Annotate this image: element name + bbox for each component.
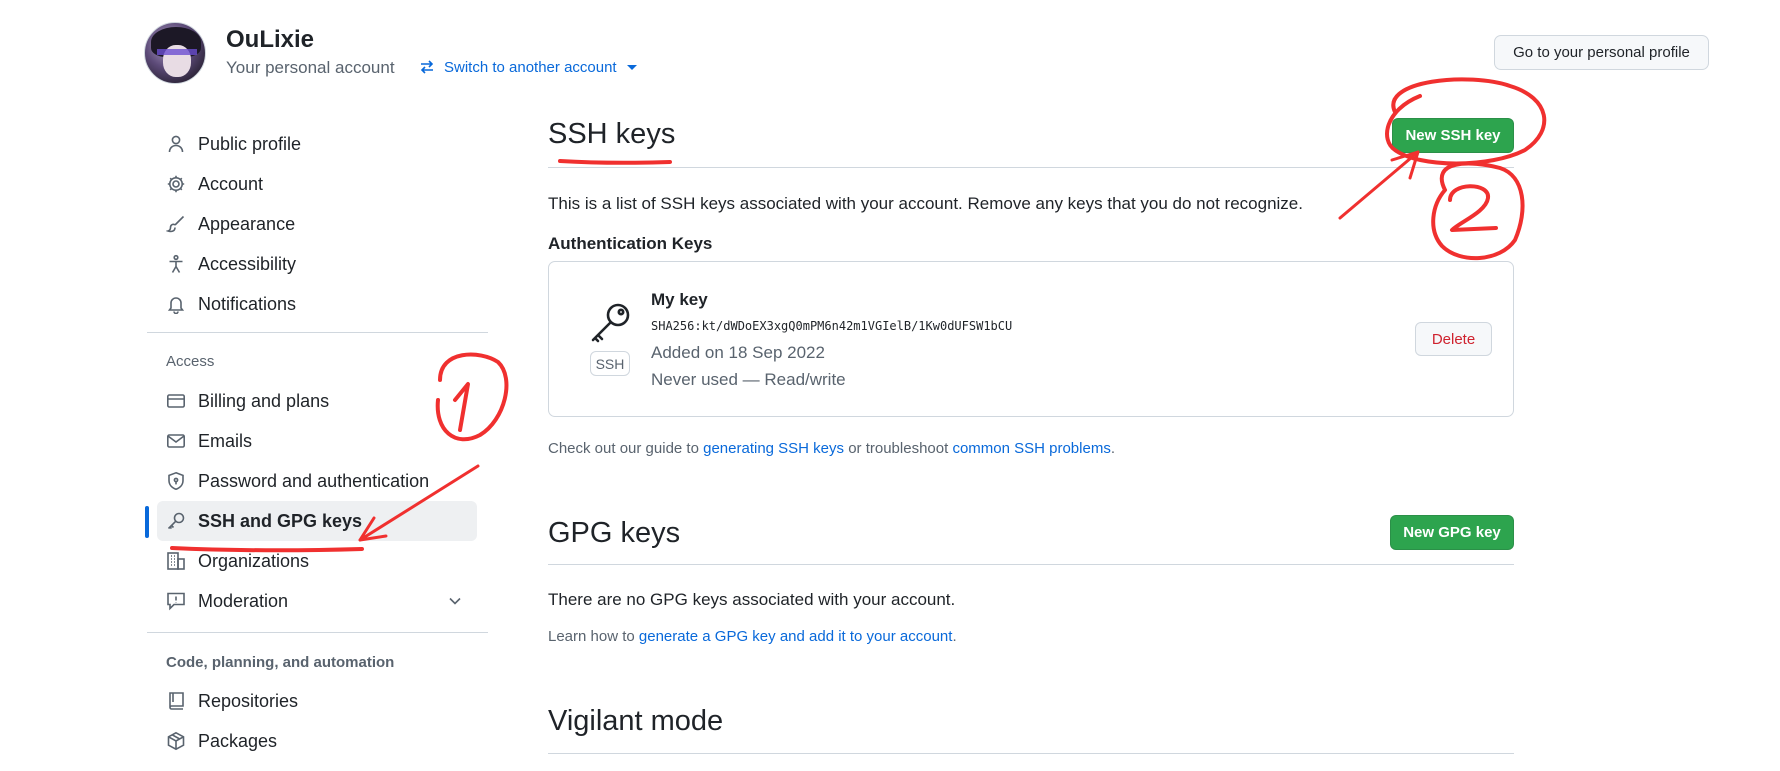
learn-prefix: Learn how to [548, 628, 639, 645]
repo-icon [169, 692, 184, 710]
sidebar-divider [147, 632, 488, 633]
sidebar-item-next[interactable] [157, 761, 477, 771]
avatar-band [157, 49, 197, 55]
annotation-arrow-2 [1338, 150, 1420, 220]
sidebar-item-label: Account [198, 173, 264, 194]
sidebar-item-accessibility[interactable]: Accessibility [157, 244, 477, 284]
accessibility-icon [169, 254, 183, 273]
key-fingerprint: SHA256:kt/dWDoEX3xgQ0mPM6n42m1VGIelB/1Kw… [651, 319, 1013, 333]
ssh-key-card: SSH My key SHA256:kt/dWDoEX3xgQ0mPM6n42m… [548, 261, 1514, 417]
account-type: Your personal account [226, 58, 395, 77]
sidebar-item-label: Notifications [198, 293, 297, 314]
new-gpg-key-button[interactable]: New GPG key [1390, 515, 1514, 550]
guide-mid: or troubleshoot [844, 440, 953, 457]
annotation-underline-ssh-title [558, 159, 672, 165]
sidebar-item-label: Public profile [198, 133, 302, 154]
key-added-date: Added on 18 Sep 2022 [651, 343, 825, 362]
user-name: OuLixie [226, 26, 315, 53]
switch-account-label: Switch to another account [444, 58, 617, 76]
active-indicator [145, 506, 149, 538]
ssh-badge: SSH [590, 351, 630, 376]
chevron-down-icon[interactable] [445, 591, 465, 611]
sidebar-item-ssh-gpg-keys[interactable]: SSH and GPG keys [157, 501, 477, 541]
organization-icon [167, 552, 185, 570]
guide-prefix: Check out our guide to [548, 440, 704, 457]
sidebar-item-billing[interactable]: Billing and plans [157, 381, 477, 421]
key-icon [591, 303, 630, 343]
annotation-number-2 [1448, 184, 1498, 232]
common-ssh-problems-link[interactable]: common SSH problems [952, 440, 1110, 457]
sidebar-item-appearance[interactable]: Appearance [157, 204, 477, 244]
ssh-description: This is a list of SSH keys associated wi… [548, 194, 1303, 213]
ssh-title-divider [548, 167, 1514, 168]
package-icon [167, 731, 185, 751]
sidebar-item-label: Organizations [198, 550, 310, 571]
sidebar-item-emails[interactable]: Emails [157, 421, 477, 461]
sidebar-item-label: Password and authentication [198, 470, 430, 491]
sidebar-item-organizations[interactable]: Organizations [157, 541, 477, 581]
delete-key-button[interactable]: Delete [1415, 322, 1492, 356]
generating-ssh-keys-link[interactable]: generating SSH keys [703, 440, 844, 457]
sidebar-divider [147, 332, 488, 333]
sidebar-item-account[interactable]: Account [157, 164, 477, 204]
gear-icon [167, 175, 185, 193]
annotation-circle-2 [1431, 161, 1525, 261]
paintbrush-icon [166, 215, 185, 233]
switch-account-link[interactable]: Switch to another account [418, 58, 637, 76]
sidebar-item-label: Appearance [198, 213, 296, 234]
sidebar-item-password[interactable]: Password and authentication [157, 461, 477, 501]
credit-card-icon [166, 394, 185, 408]
bell-icon [167, 297, 185, 314]
vigilant-title-divider [548, 753, 1514, 754]
ssh-keys-title: SSH keys [548, 118, 676, 150]
mail-icon [166, 434, 185, 448]
gpg-title-divider [548, 564, 1514, 565]
sidebar-item-notifications[interactable]: Notifications [157, 284, 477, 324]
sidebar-item-moderation[interactable]: Moderation [157, 581, 477, 621]
key-usage: Never used — Read/write [651, 370, 846, 389]
ssh-guide-text: Check out our guide to generating SSH ke… [548, 440, 1115, 457]
caret-down-icon [626, 64, 637, 70]
sidebar-item-label: SSH and GPG keys [198, 510, 363, 531]
sidebar-item-label: Billing and plans [198, 390, 330, 411]
sidebar-heading-code: Code, planning, and automation [166, 654, 395, 671]
report-icon [167, 592, 185, 611]
avatar[interactable] [144, 22, 206, 84]
authentication-keys-heading: Authentication Keys [548, 234, 713, 253]
key-icon [167, 512, 185, 530]
sidebar-item-label: Repositories [198, 690, 299, 711]
sidebar-item-label: Accessibility [198, 253, 297, 274]
guide-suffix: . [1110, 440, 1115, 457]
shield-lock-icon [168, 471, 184, 491]
person-icon [168, 135, 184, 153]
sidebar-item-label: Moderation [198, 590, 289, 611]
sidebar-item-packages[interactable]: Packages [157, 721, 477, 761]
sidebar-heading-access: Access [166, 353, 215, 370]
sidebar-item-public-profile[interactable]: Public profile [157, 124, 477, 164]
generate-gpg-key-link[interactable]: generate a GPG key and add it to your ac… [639, 628, 953, 645]
gpg-learn-text: Learn how to generate a GPG key and add … [548, 628, 957, 645]
learn-suffix: . [952, 628, 957, 645]
gpg-keys-title: GPG keys [548, 517, 681, 549]
sidebar-item-label: Packages [198, 730, 278, 751]
sidebar-item-repositories[interactable]: Repositories [157, 681, 477, 721]
arrow-switch-icon [420, 60, 434, 74]
new-ssh-key-button[interactable]: New SSH key [1392, 118, 1514, 153]
vigilant-mode-title: Vigilant mode [548, 705, 724, 737]
key-title: My key [651, 290, 708, 309]
go-to-profile-button[interactable]: Go to your personal profile [1494, 35, 1709, 70]
sidebar-item-label: Emails [198, 430, 253, 451]
gpg-empty-text: There are no GPG keys associated with yo… [548, 590, 956, 609]
